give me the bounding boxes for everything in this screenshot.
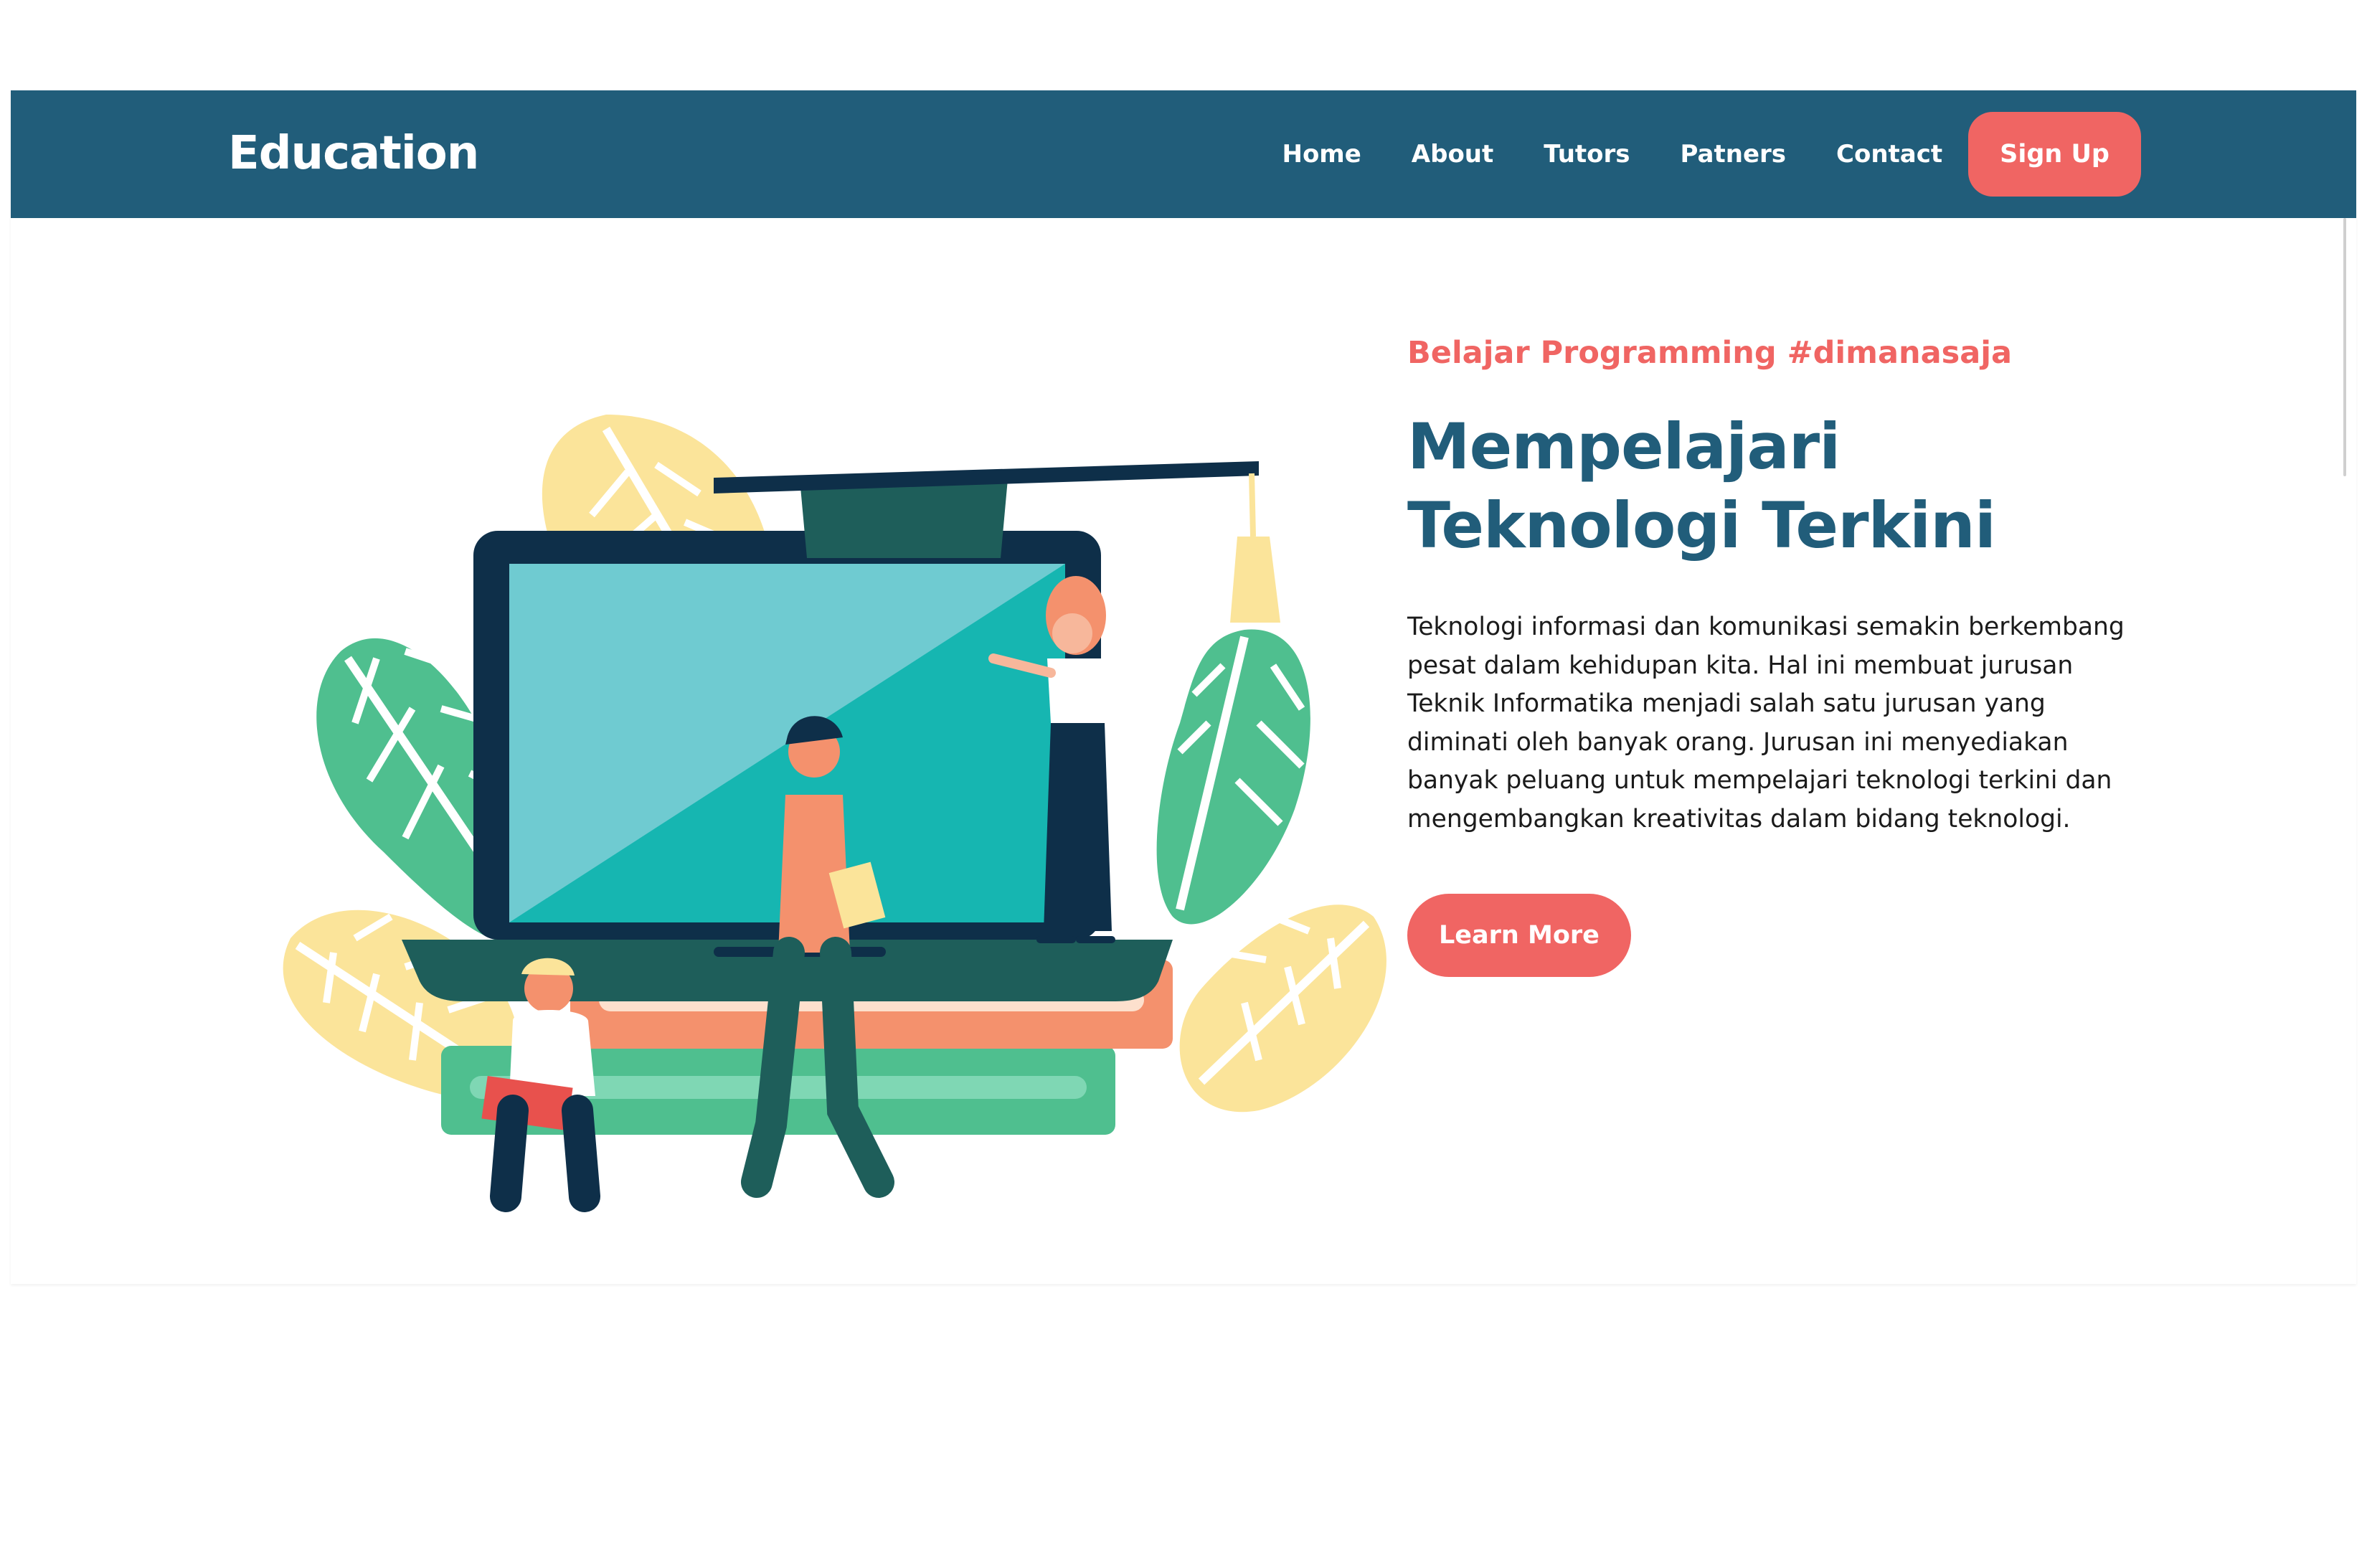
nav-link-contact[interactable]: Contact bbox=[1836, 140, 1942, 169]
hero-description: Teknologi informasi dan komunikasi semak… bbox=[1407, 613, 2125, 833]
hero-illustration bbox=[283, 415, 1386, 1212]
hero-headline-line2: Teknologi Terkini bbox=[1407, 488, 1996, 562]
learn-more-button[interactable]: Learn More bbox=[1407, 893, 1631, 977]
navbar: Education Home About Tutors Patners Cont… bbox=[11, 90, 2356, 218]
nav-links: Home About Tutors Patners Contact Sign U… bbox=[1232, 112, 2141, 197]
yellow-leaf-right-icon bbox=[1179, 905, 1386, 1113]
hero-tagline: Belajar Programming #dimanasaja bbox=[1407, 335, 2012, 371]
nav-link-patners[interactable]: Patners bbox=[1681, 140, 1786, 169]
nav-link-home[interactable]: Home bbox=[1282, 140, 1361, 169]
hero-text: Belajar Programming #dimanasaja Mempelaj… bbox=[1407, 331, 2168, 977]
page-frame: Education Home About Tutors Patners Cont… bbox=[11, 90, 2356, 1284]
sign-up-button[interactable]: Sign Up bbox=[1968, 112, 2141, 197]
green-leaf-right-icon bbox=[1156, 629, 1310, 925]
brand-logo[interactable]: Education bbox=[228, 121, 479, 186]
hero-headline: Mempelajari Teknologi Terkini bbox=[1407, 407, 2168, 565]
hero-headline-line1: Mempelajari bbox=[1407, 410, 1841, 483]
nav-link-tutors[interactable]: Tutors bbox=[1544, 140, 1630, 169]
scrollbar-thumb[interactable] bbox=[2343, 218, 2346, 476]
nav-link-about[interactable]: About bbox=[1412, 140, 1493, 169]
